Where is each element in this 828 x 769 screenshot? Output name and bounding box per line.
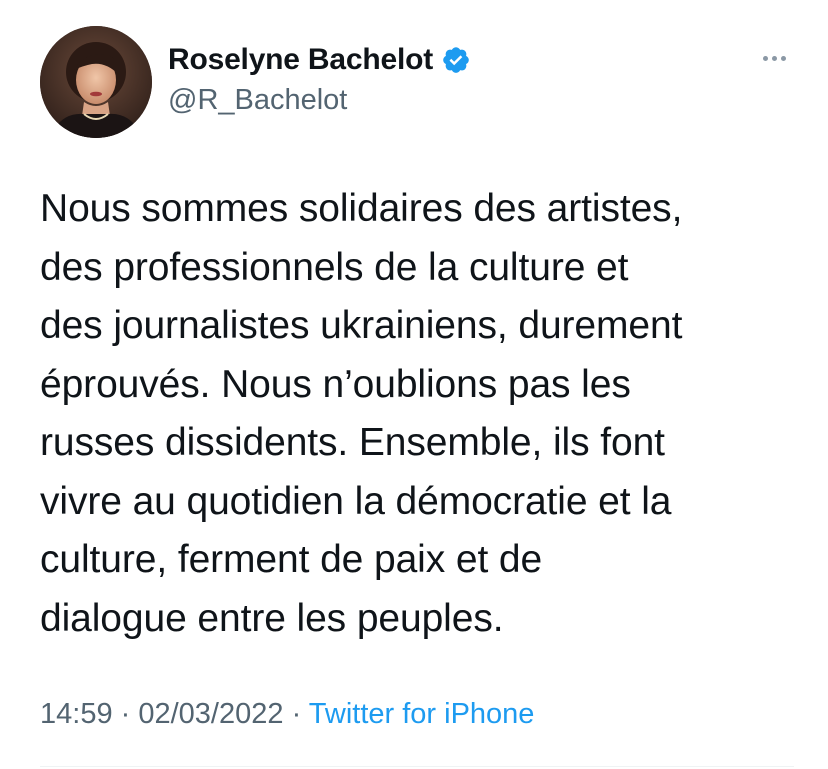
handle[interactable]: @R_Bachelot bbox=[168, 84, 471, 117]
tweet-text-line: culture, ferment de paix et de bbox=[40, 538, 543, 581]
avatar-image bbox=[40, 26, 152, 138]
tweet-text-line: vivre au quotidien la démocratie et la bbox=[40, 479, 672, 523]
verified-badge-icon bbox=[441, 45, 471, 75]
tweet-text-line: éprouvés. Nous n’oublions pas les bbox=[40, 362, 631, 406]
tweet-text: Nous sommes solidaires des artistes, des… bbox=[40, 180, 810, 648]
tweet-time[interactable]: 14:59 bbox=[40, 698, 113, 730]
author-block: Roselyne Bachelot @R_Bachelot bbox=[168, 40, 471, 117]
meta-separator: · bbox=[283, 698, 309, 730]
tweet-text-line: dialogue entre les peuples. bbox=[40, 596, 504, 640]
more-options-icon[interactable] bbox=[754, 48, 794, 68]
tweet-text-line: russes dissidents. Ensemble, ils font bbox=[40, 421, 665, 464]
tweet-text-line: Nous sommes solidaires des artistes, bbox=[40, 187, 683, 230]
tweet: Roselyne Bachelot @R_Bachelot Nous somme… bbox=[0, 0, 828, 769]
tweet-text-line: des professionnels de la culture et bbox=[40, 245, 629, 289]
meta-separator: · bbox=[112, 698, 139, 730]
tweet-metadata: 14:59 · 02/03/2022 · Twitter for iPhone bbox=[40, 698, 534, 731]
avatar[interactable] bbox=[40, 26, 152, 138]
display-name[interactable]: Roselyne Bachelot bbox=[168, 43, 433, 77]
name-row: Roselyne Bachelot bbox=[168, 40, 471, 80]
tweet-source-link[interactable]: Twitter for iPhone bbox=[309, 698, 535, 730]
tweet-text-line: des journalistes ukrainiens, durement bbox=[40, 304, 683, 347]
tweet-date[interactable]: 02/03/2022 bbox=[138, 698, 283, 730]
divider bbox=[40, 766, 794, 767]
